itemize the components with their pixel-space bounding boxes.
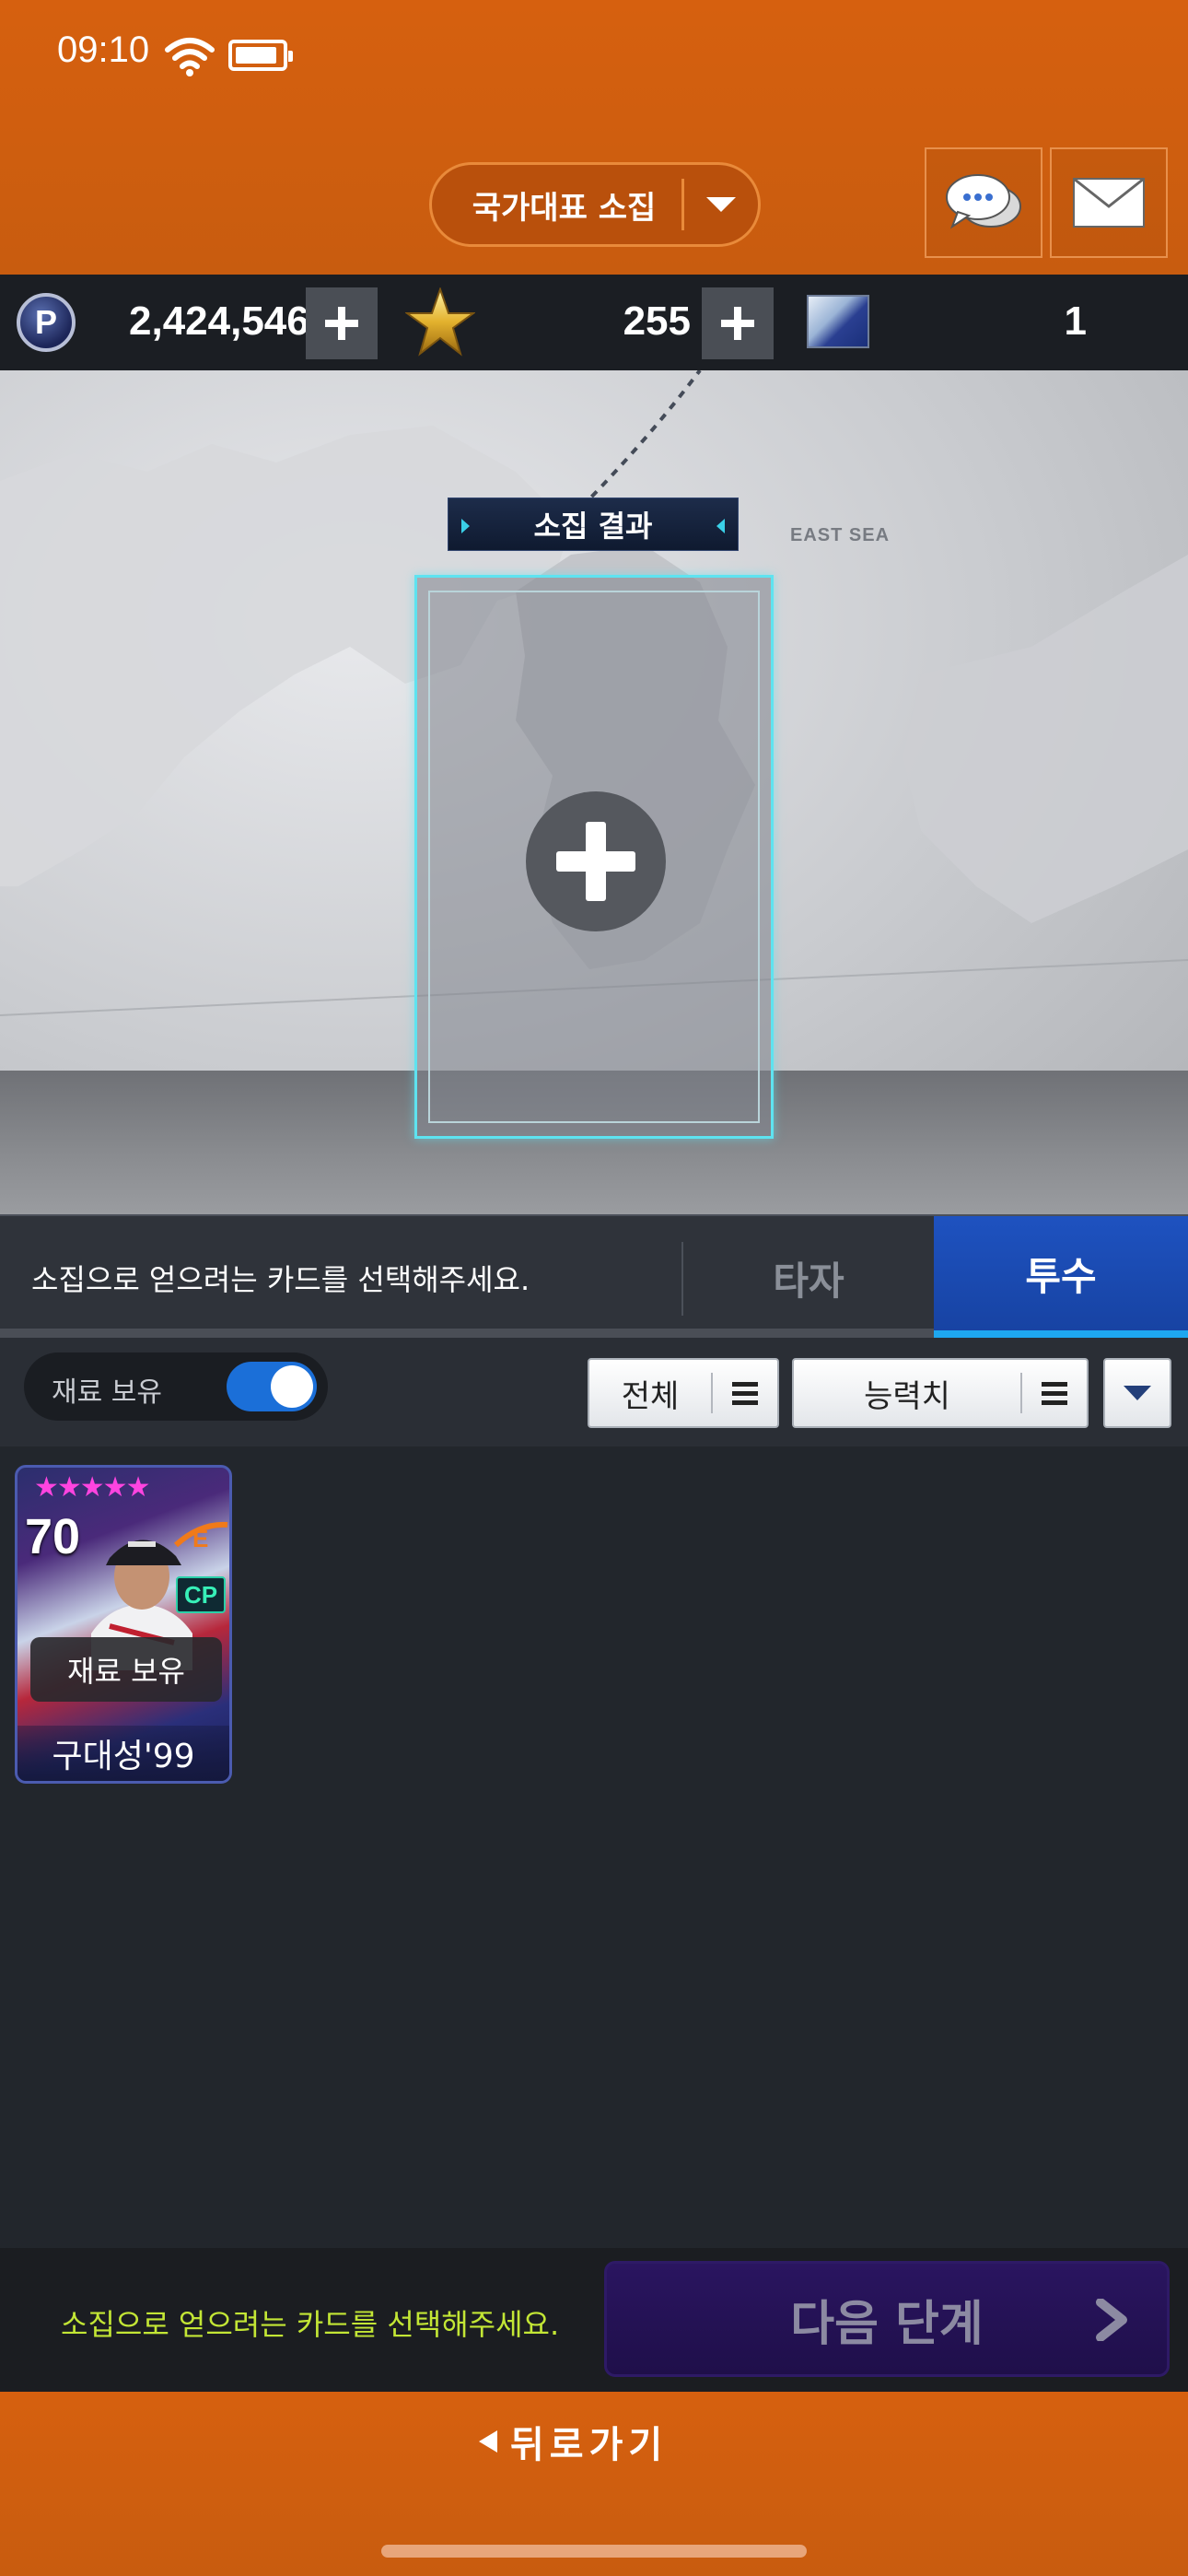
chevron-down-icon xyxy=(684,197,758,212)
chevron-right-icon xyxy=(1096,2299,1127,2341)
mail-button[interactable] xyxy=(1050,147,1168,258)
sort-order-button[interactable] xyxy=(1103,1358,1171,1428)
owned-badge: 재료 보유 xyxy=(30,1637,222,1702)
filter-bar: 재료 보유 전체 능력치 xyxy=(0,1338,1188,1446)
top-bar: 09:10 국가대표 소집 xyxy=(0,0,1188,275)
menu-icon xyxy=(713,1381,777,1405)
player-card[interactable]: E ★★★★★ 70 CP 재료 보유 구대성'99 xyxy=(15,1465,232,1784)
next-step-label: 다음 단계 xyxy=(790,2296,984,2352)
result-banner: 소집 결과 xyxy=(448,498,739,551)
wifi-icon xyxy=(165,38,215,76)
sort-filter-button[interactable]: 능력치 xyxy=(792,1358,1089,1428)
next-step-button[interactable]: 다음 단계 xyxy=(604,2261,1170,2377)
team-logo-icon: E xyxy=(173,1521,228,1552)
action-bar: 소집으로 얻으려는 카드를 선택해주세요. 다음 단계 xyxy=(0,2248,1188,2392)
status-time: 09:10 xyxy=(57,29,150,70)
mode-dropdown[interactable]: 국가대표 소집 xyxy=(429,162,761,247)
back-arrow-icon xyxy=(479,2430,497,2453)
resource-bar: P 2,424,546 255 1 xyxy=(0,275,1188,370)
result-title: 소집 결과 xyxy=(533,509,653,544)
card-name: 구대성'99 xyxy=(17,1726,229,1781)
battery-icon xyxy=(228,40,293,71)
mail-icon xyxy=(1073,177,1145,228)
star-icon xyxy=(405,287,475,357)
stars-value: 255 xyxy=(623,299,691,344)
add-points-button[interactable] xyxy=(306,287,378,359)
owned-material-toggle[interactable]: 재료 보유 xyxy=(24,1352,328,1421)
position-tabs: 소집으로 얻으려는 카드를 선택해주세요. 타자 투수 xyxy=(0,1214,1188,1340)
right-arrow-icon xyxy=(716,519,725,533)
tab-pitcher[interactable]: 투수 xyxy=(934,1216,1188,1340)
tab-batter[interactable]: 타자 xyxy=(683,1216,934,1340)
home-indicator[interactable] xyxy=(381,2545,807,2558)
points-icon: P xyxy=(17,293,76,352)
chevron-down-icon xyxy=(1124,1386,1151,1400)
menu-icon xyxy=(1022,1381,1087,1405)
category-filter-label: 전체 xyxy=(621,1377,680,1415)
sea-label: EAST SEA xyxy=(790,525,891,545)
chat-icon xyxy=(946,174,1021,229)
cp-badge: CP xyxy=(176,1576,226,1613)
add-stars-button[interactable] xyxy=(702,287,774,359)
ticket-icon xyxy=(807,295,869,348)
points-value: 2,424,546 xyxy=(129,299,309,344)
chat-button[interactable] xyxy=(925,147,1042,258)
action-hint: 소집으로 얻으려는 카드를 선택해주세요. xyxy=(61,2307,560,2342)
result-card-slot[interactable] xyxy=(414,575,774,1139)
plus-icon[interactable] xyxy=(526,791,666,931)
category-filter-button[interactable]: 전체 xyxy=(588,1358,779,1428)
bottom-bar: 뒤로가기 xyxy=(0,2392,1188,2576)
map-area: EAST SEA 소집 결과 xyxy=(0,370,1188,1214)
sort-filter-label: 능력치 xyxy=(864,1377,950,1415)
tickets-value: 1 xyxy=(1064,299,1087,344)
card-stars: ★★★★★ xyxy=(34,1471,150,1504)
back-button[interactable]: 뒤로가기 xyxy=(479,2412,668,2471)
select-card-hint: 소집으로 얻으려는 카드를 선택해주세요. xyxy=(31,1262,530,1297)
card-list: E ★★★★★ 70 CP 재료 보유 구대성'99 xyxy=(0,1446,1188,2248)
toggle-knob xyxy=(271,1365,313,1408)
owned-toggle-label: 재료 보유 xyxy=(52,1376,162,1409)
mode-dropdown-label: 국가대표 소집 xyxy=(472,189,657,227)
svg-text:E: E xyxy=(192,1525,208,1552)
back-label: 뒤로가기 xyxy=(510,2424,669,2466)
toggle-switch[interactable] xyxy=(227,1362,317,1411)
left-arrow-icon xyxy=(461,519,470,533)
card-rating: 70 xyxy=(25,1509,81,1564)
